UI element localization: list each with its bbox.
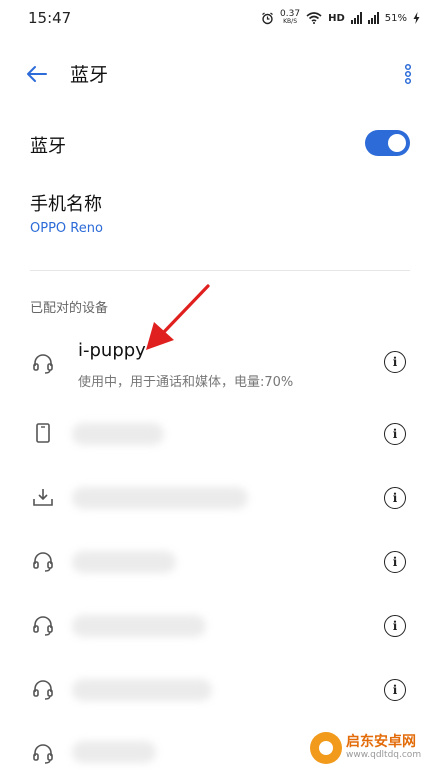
status-time: 15:47 — [28, 9, 72, 27]
device-name-redacted — [72, 679, 212, 701]
paired-device-row[interactable]: i — [0, 466, 438, 530]
bluetooth-label: 蓝牙 — [30, 136, 66, 157]
headset-icon — [33, 552, 53, 572]
back-button[interactable] — [24, 62, 48, 86]
watermark: 启东安卓网 www.qdltdq.com — [310, 726, 438, 770]
charging-icon — [413, 12, 420, 24]
paired-device-row[interactable]: i — [0, 658, 438, 722]
annotation-arrow-icon — [146, 284, 210, 350]
info-icon[interactable]: i — [384, 423, 406, 445]
paired-device-row[interactable]: i-puppy 使用中，用于通话和媒体，电量:70% i — [0, 334, 438, 398]
more-options-button[interactable] — [402, 63, 414, 85]
info-icon[interactable]: i — [384, 551, 406, 573]
more-vertical-icon — [404, 63, 412, 85]
network-speed-unit: KB/S — [283, 18, 298, 25]
title-bar: 蓝牙 — [0, 50, 438, 96]
battery-level: 51% — [384, 12, 407, 24]
device-name-value: OPPO Reno — [30, 221, 103, 236]
info-icon[interactable]: i — [384, 615, 406, 637]
status-icons: 0.37 KB/S HD 51% — [261, 10, 420, 26]
paired-devices-header: 已配对的设备 — [30, 301, 109, 316]
hd-label: HD — [328, 12, 345, 24]
status-bar: 15:47 0.37 KB/S HD 51% — [0, 0, 438, 36]
watermark-logo-icon — [310, 732, 342, 764]
paired-device-row[interactable]: i — [0, 402, 438, 466]
headset-icon — [33, 616, 53, 636]
alarm-icon — [262, 12, 273, 24]
device-name-redacted — [72, 551, 176, 573]
phone-icon — [36, 423, 50, 443]
signal-icon-2 — [367, 12, 379, 24]
input-device-icon — [33, 489, 53, 506]
bluetooth-toggle-row[interactable]: 蓝牙 — [0, 120, 438, 168]
paired-device-row[interactable]: i — [0, 530, 438, 594]
bluetooth-switch[interactable] — [365, 130, 410, 156]
info-icon[interactable]: i — [384, 351, 406, 373]
page-title: 蓝牙 — [70, 64, 109, 86]
device-name-redacted — [72, 487, 248, 509]
divider — [30, 270, 410, 271]
device-name-row[interactable]: 手机名称 OPPO Reno — [0, 188, 438, 248]
device-name-redacted — [72, 741, 156, 763]
watermark-text: 启东安卓网 www.qdltdq.com — [346, 734, 422, 760]
headset-icon — [33, 680, 53, 700]
headset-icon — [33, 744, 53, 764]
network-speed-value: 0.37 — [280, 9, 301, 19]
network-speed: 0.37 KB/S — [280, 10, 300, 26]
info-icon[interactable]: i — [384, 679, 406, 701]
headset-icon — [33, 354, 53, 374]
device-name-redacted — [72, 423, 164, 445]
watermark-url: www.qdltdq.com — [346, 749, 422, 760]
device-name: i-puppy — [78, 340, 146, 361]
signal-icon-1 — [350, 12, 362, 24]
paired-device-row[interactable]: i — [0, 594, 438, 658]
device-status: 使用中，用于通话和媒体，电量:70% — [78, 375, 294, 390]
info-icon[interactable]: i — [384, 487, 406, 509]
device-name-redacted — [72, 615, 206, 637]
back-arrow-icon — [27, 66, 47, 82]
device-name-label: 手机名称 — [30, 194, 102, 215]
switch-knob — [388, 134, 406, 152]
wifi-icon — [306, 12, 322, 24]
watermark-title: 启东安卓网 — [346, 734, 416, 751]
